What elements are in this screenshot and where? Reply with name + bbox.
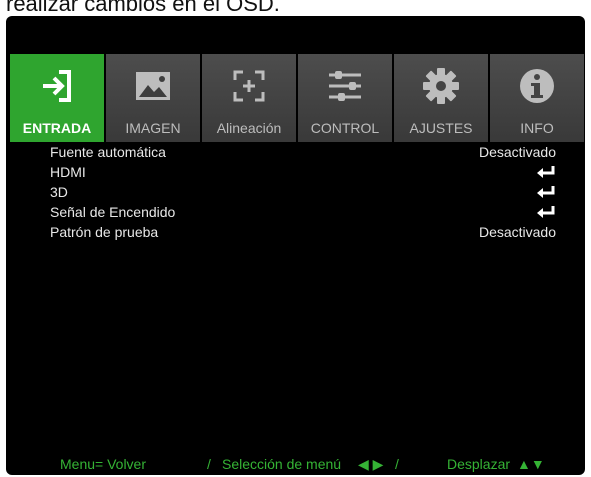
osd-menu-window: ENTRADA IMAGEN Alineación CONTROL AJUSTE… <box>6 16 585 475</box>
help-footer: Menu= Volver / Selección de menú ◀ ▶ / D… <box>6 456 585 475</box>
gear-icon <box>419 64 463 108</box>
menu-item-hdmi[interactable]: HDMI <box>50 162 556 182</box>
footer-separator: / <box>207 456 211 472</box>
menu-item-label: Patrón de prueba <box>50 224 159 240</box>
osd-top-bar <box>6 16 585 54</box>
up-down-arrows-icon: ▲▼ <box>517 456 545 472</box>
footer-select: Selección de menú <box>222 456 342 472</box>
footer-scroll: Desplazar <box>447 456 511 472</box>
menu-item-label: 3D <box>50 184 68 200</box>
menu-item-label: HDMI <box>50 164 86 180</box>
left-right-arrows-icon: ◀ ▶ <box>358 456 384 472</box>
tab-label: IMAGEN <box>125 120 181 136</box>
tab-label: AJUSTES <box>409 120 473 136</box>
sliders-icon <box>323 64 367 108</box>
menu-item-patron-prueba[interactable]: Patrón de prueba Desactivado <box>50 222 556 242</box>
tab-ajustes[interactable]: AJUSTES <box>394 54 488 142</box>
enter-icon <box>537 186 555 198</box>
menu-item-value: Desactivado <box>478 224 556 240</box>
input-arrow-icon <box>35 64 79 108</box>
tab-alineacion[interactable]: Alineación <box>202 54 296 142</box>
tab-entrada[interactable]: ENTRADA <box>10 54 104 142</box>
tab-info[interactable]: INFO <box>490 54 584 142</box>
footer-separator: / <box>395 456 399 472</box>
footer-menu-back: Menu= Volver <box>60 456 146 472</box>
tab-label: INFO <box>520 120 554 136</box>
enter-icon <box>537 166 555 178</box>
menu-item-label: Fuente automática <box>50 144 166 160</box>
tab-label: ENTRADA <box>22 120 92 136</box>
image-icon <box>131 64 175 108</box>
menu-item-fuente-automatica[interactable]: Fuente automática Desactivado <box>50 142 556 162</box>
tab-label: Alineación <box>216 120 282 136</box>
menu-item-senal-encendido[interactable]: Señal de Encendido <box>50 202 556 222</box>
alignment-icon <box>227 64 271 108</box>
menu-list: Fuente automática Desactivado HDMI 3D Se… <box>50 142 556 242</box>
menu-item-label: Señal de Encendido <box>50 204 176 220</box>
tab-bar: ENTRADA IMAGEN Alineación CONTROL AJUSTE… <box>10 54 584 142</box>
enter-icon <box>537 206 555 218</box>
menu-item-3d[interactable]: 3D <box>50 182 556 202</box>
tab-imagen[interactable]: IMAGEN <box>106 54 200 142</box>
info-icon <box>515 64 559 108</box>
menu-item-value: Desactivado <box>478 144 556 160</box>
tab-label: CONTROL <box>310 120 380 136</box>
page-caption: realizar cambios en el OSD. <box>6 0 280 16</box>
tab-control[interactable]: CONTROL <box>298 54 392 142</box>
